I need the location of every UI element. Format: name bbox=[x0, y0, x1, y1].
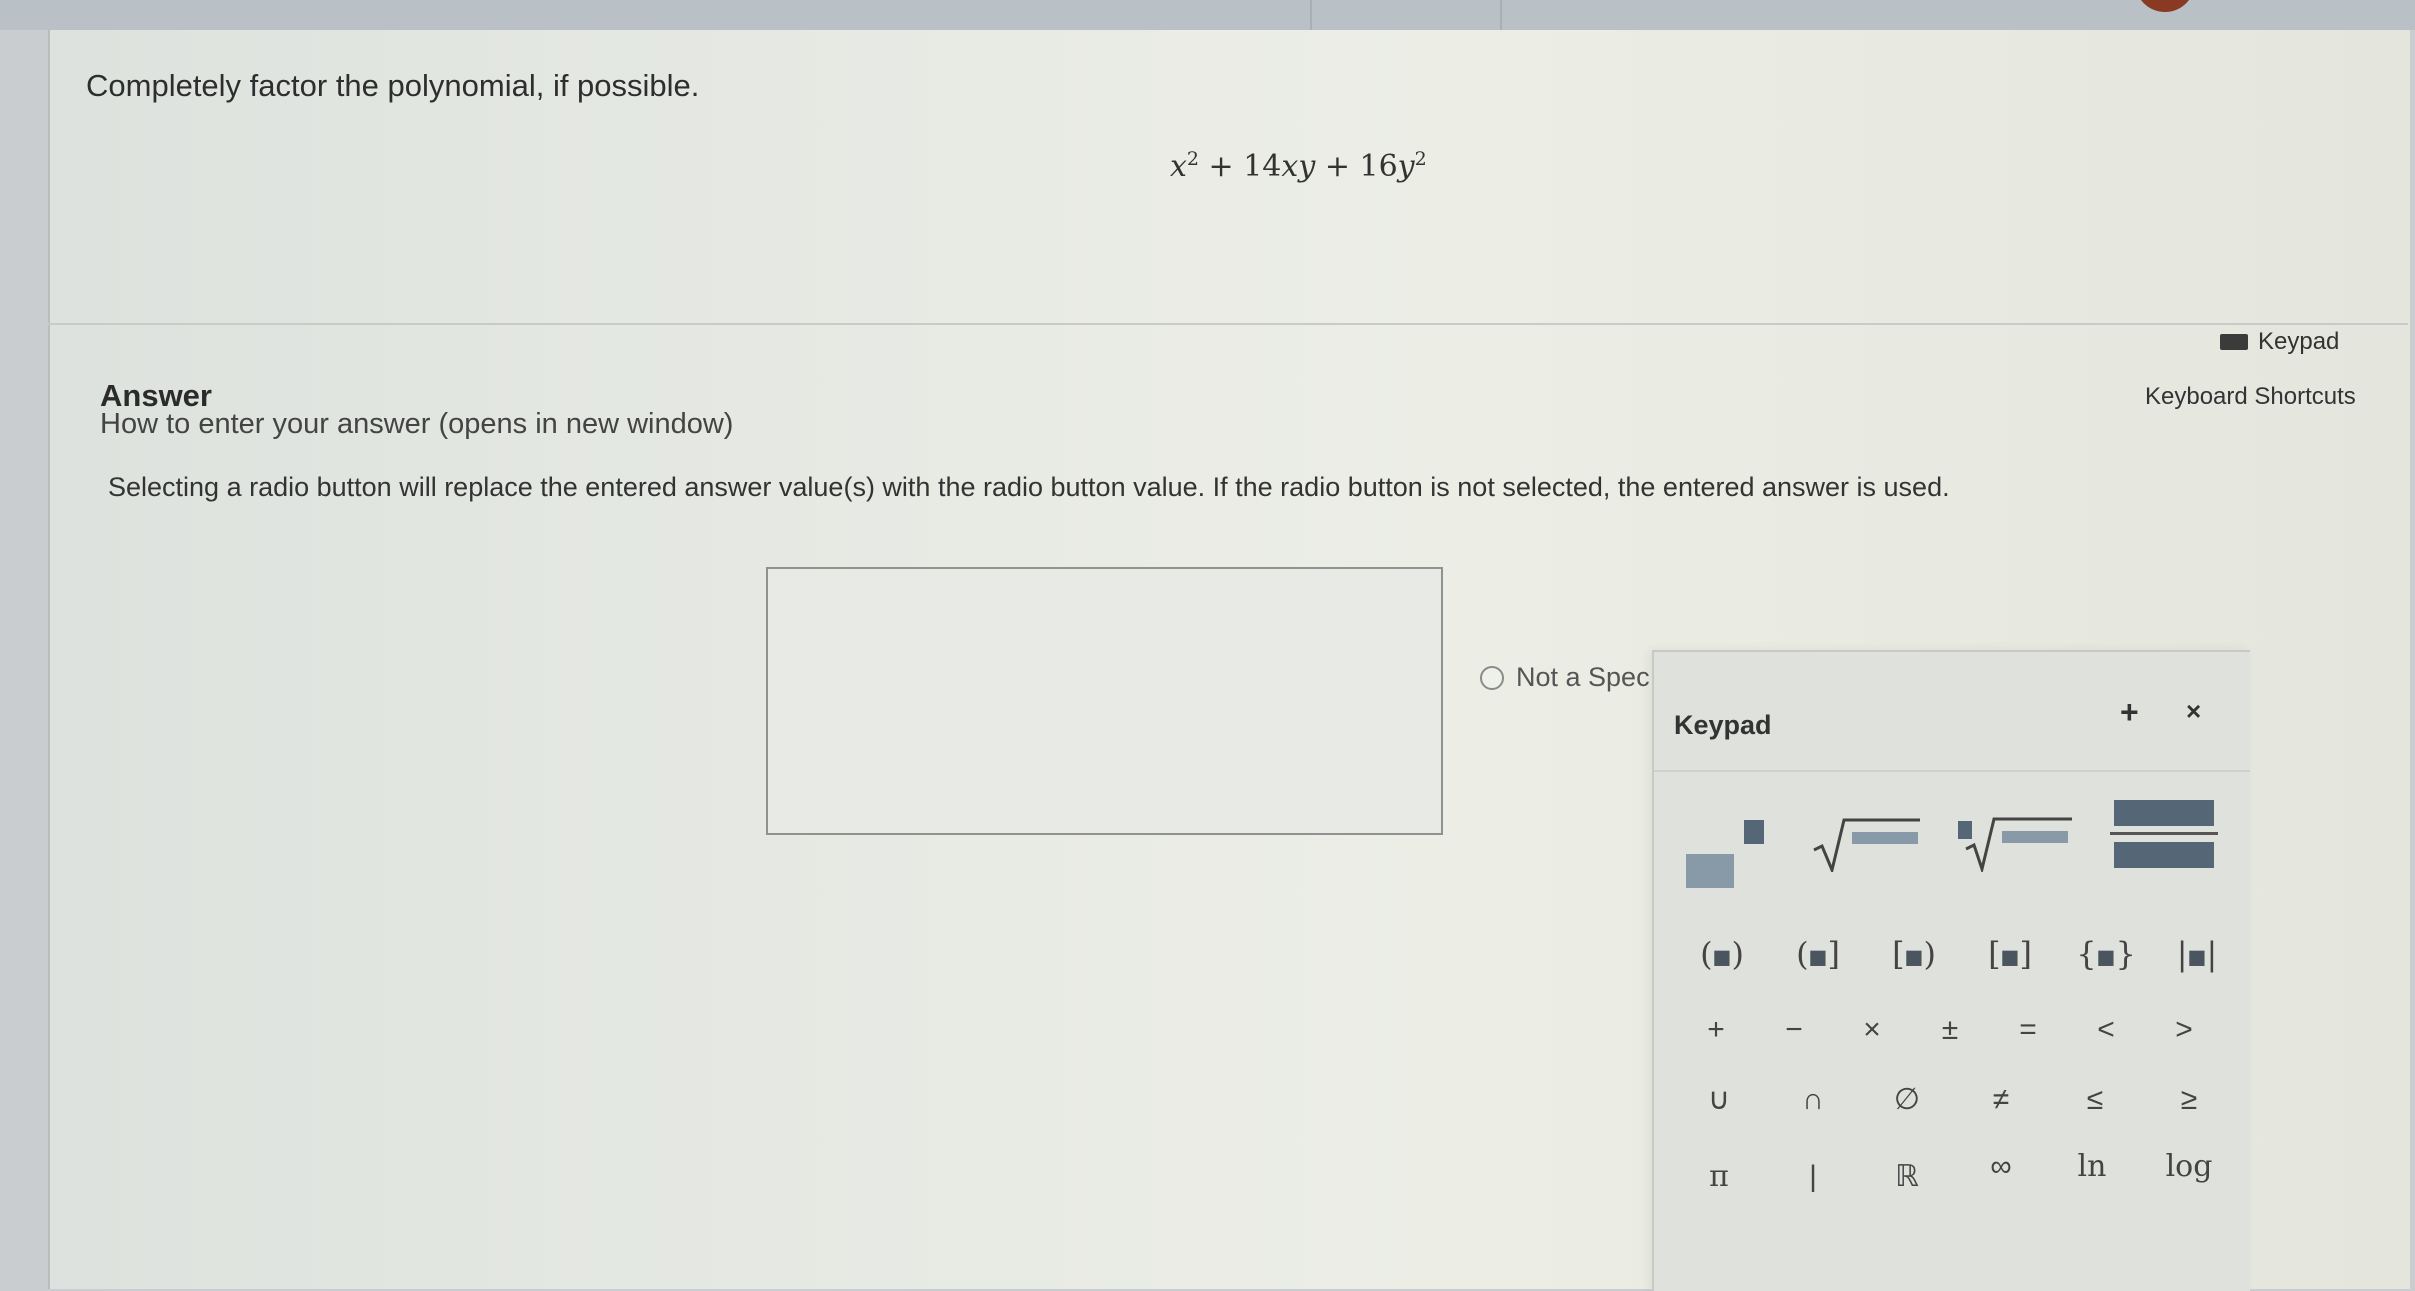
keypad-divider bbox=[1654, 770, 2250, 772]
bracket-close: ] bbox=[2019, 935, 2032, 973]
radio-instruction: Selecting a radio button will replace th… bbox=[108, 472, 1950, 502]
greater-than-key[interactable]: > bbox=[2162, 1010, 2206, 1050]
fraction-template-button[interactable] bbox=[2110, 792, 2222, 877]
bracket-key[interactable]: (■] bbox=[1788, 934, 1848, 974]
intersection-key[interactable]: ∩ bbox=[1788, 1080, 1838, 1120]
top-bar-divider bbox=[1310, 0, 1312, 30]
union-key[interactable]: ∪ bbox=[1694, 1080, 1744, 1120]
help-link[interactable]: How to enter your answer (opens in new w… bbox=[100, 408, 733, 441]
keyboard-shortcuts-link[interactable]: Keyboard Shortcuts bbox=[2145, 383, 2356, 411]
term-operator: + 16 bbox=[1315, 149, 1398, 184]
question-prompt: Completely factor the polynomial, if pos… bbox=[86, 68, 700, 103]
plus-key[interactable]: + bbox=[1694, 1010, 1738, 1050]
bracket-key[interactable]: [■) bbox=[1884, 934, 1944, 974]
nth-root-template-button[interactable] bbox=[1956, 807, 2074, 872]
radio-button[interactable] bbox=[1480, 665, 1504, 690]
keypad-toggle-button[interactable]: Keypad bbox=[2220, 328, 2339, 356]
bracket-close: | bbox=[2206, 935, 2218, 973]
bracket-open: ( bbox=[1700, 935, 1713, 973]
term-variable: x bbox=[1170, 149, 1187, 184]
term-operator: + 14 bbox=[1199, 149, 1282, 184]
exponent-template-button[interactable] bbox=[1686, 812, 1776, 888]
polynomial-expression: x2 + 14xy + 16y2 bbox=[1170, 148, 1427, 184]
bracket-close: ) bbox=[1731, 935, 1744, 973]
less-than-key[interactable]: < bbox=[2084, 1010, 2128, 1050]
radio-label: Not a Spec bbox=[1516, 662, 1650, 692]
numerator-slot bbox=[2114, 800, 2214, 826]
bracket-key[interactable]: [■] bbox=[1980, 934, 2040, 974]
radicand-slot bbox=[1852, 832, 1918, 844]
bracket-open: { bbox=[2076, 935, 2097, 973]
minus-key[interactable]: − bbox=[1772, 1010, 1816, 1050]
given-key[interactable]: | bbox=[1788, 1157, 1838, 1197]
ln-key[interactable]: ln bbox=[2062, 1147, 2122, 1187]
keypad-title: Keypad bbox=[1674, 710, 1772, 740]
slot-icon: ■ bbox=[1712, 944, 1732, 969]
bracket-open: | bbox=[2176, 935, 2188, 973]
radicand-slot bbox=[2002, 831, 2068, 843]
not-special-radio-option[interactable]: Not a Spec bbox=[1480, 662, 1650, 693]
times-key[interactable]: × bbox=[1850, 1010, 1894, 1050]
keypad-toggle-label: Keypad bbox=[2258, 328, 2340, 355]
greater-equal-key[interactable]: ≥ bbox=[2164, 1080, 2214, 1120]
bracket-open: [ bbox=[1988, 935, 2001, 973]
slot-icon: ■ bbox=[1808, 944, 1828, 969]
bracket-key[interactable]: {■} bbox=[2076, 934, 2136, 974]
bracket-open: ( bbox=[1796, 935, 1809, 973]
fraction-bar bbox=[2110, 832, 2218, 835]
exponent-slot bbox=[1744, 820, 1764, 844]
section-divider bbox=[48, 323, 2408, 325]
square-root-template-button[interactable] bbox=[1812, 812, 1922, 872]
top-bar-avatar[interactable] bbox=[2135, 0, 2195, 12]
term-variable: y bbox=[1397, 149, 1415, 184]
top-bar-divider bbox=[1500, 0, 1502, 30]
answer-input[interactable] bbox=[766, 567, 1443, 835]
empty-set-key[interactable]: ∅ bbox=[1882, 1080, 1932, 1120]
infinity-key[interactable]: ∞ bbox=[1976, 1147, 2026, 1187]
bracket-close: } bbox=[2115, 935, 2136, 973]
move-icon[interactable]: + bbox=[2120, 694, 2139, 731]
plus-minus-key[interactable]: ± bbox=[1928, 1010, 1972, 1050]
denominator-slot bbox=[2114, 842, 2214, 868]
bracket-open: [ bbox=[1892, 935, 1905, 973]
slot-icon: ■ bbox=[1904, 944, 1924, 969]
keyboard-icon bbox=[2220, 334, 2248, 350]
log-key[interactable]: log bbox=[2154, 1147, 2224, 1187]
absolute-value-key[interactable]: |■| bbox=[2172, 934, 2222, 974]
term-exponent: 2 bbox=[1186, 148, 1200, 170]
not-equal-key[interactable]: ≠ bbox=[1976, 1080, 2026, 1120]
bracket-close: ] bbox=[1827, 935, 1840, 973]
slot-icon: ■ bbox=[2096, 944, 2116, 969]
close-icon[interactable]: × bbox=[2186, 696, 2201, 727]
term-exponent: 2 bbox=[1414, 148, 1427, 170]
less-equal-key[interactable]: ≤ bbox=[2070, 1080, 2120, 1120]
bracket-key[interactable]: (■) bbox=[1692, 934, 1752, 974]
slot-icon: ■ bbox=[2000, 944, 2020, 969]
term-variable: xy bbox=[1281, 149, 1316, 184]
slot-icon: ■ bbox=[2187, 944, 2207, 969]
keypad-panel: Keypad + × (■) (■] [■) [■] {■} |■| + − ×… bbox=[1652, 650, 2250, 1291]
base-slot bbox=[1686, 854, 1734, 888]
real-numbers-key[interactable]: ℝ bbox=[1882, 1157, 1932, 1197]
browser-top-bar bbox=[0, 0, 2415, 30]
equals-key[interactable]: = bbox=[2006, 1010, 2050, 1050]
bracket-close: ) bbox=[1923, 935, 1936, 973]
pi-key[interactable]: π bbox=[1694, 1157, 1744, 1197]
